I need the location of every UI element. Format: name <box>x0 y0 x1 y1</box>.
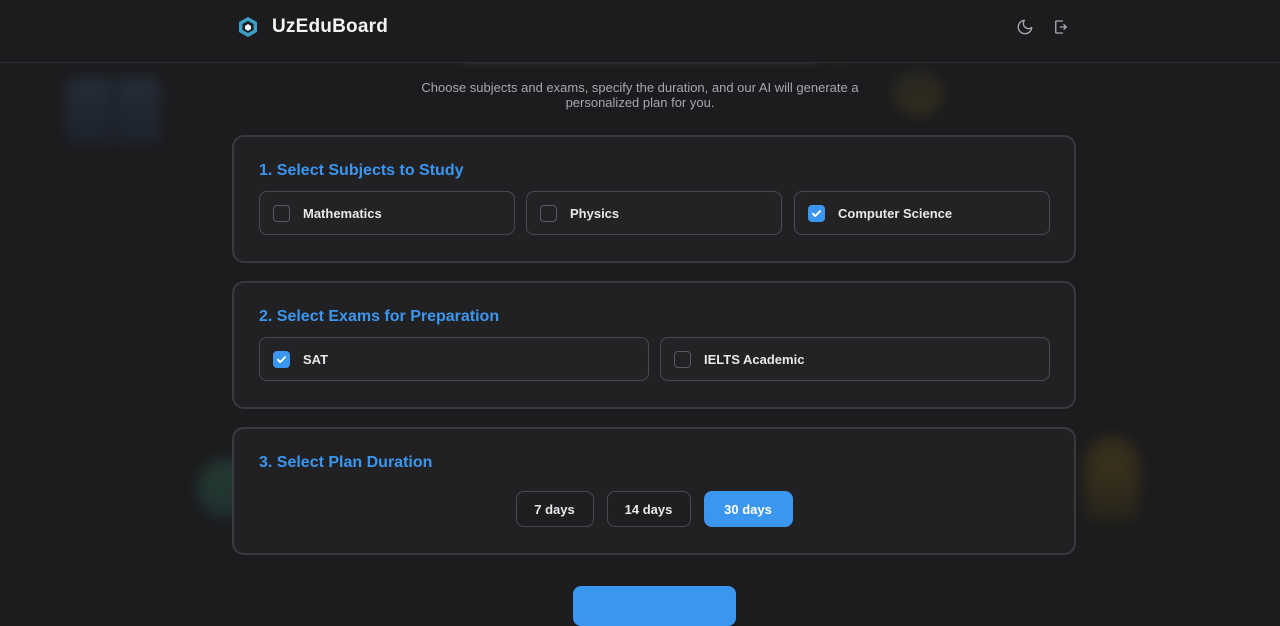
option-label: Physics <box>570 205 620 221</box>
brand-name: UzEduBoard <box>272 16 388 37</box>
brand[interactable]: UzEduBoard <box>238 16 388 38</box>
option-label: Computer Science <box>838 205 953 221</box>
duration-title: 3. Select Plan Duration <box>259 454 433 471</box>
logout-icon <box>1055 20 1067 34</box>
checkbox[interactable] <box>273 204 290 222</box>
checkbox[interactable] <box>674 350 691 368</box>
generate-plan-button[interactable] <box>573 586 736 626</box>
checkbox[interactable] <box>540 204 557 222</box>
checkmark-icon <box>276 355 287 363</box>
subject-option-mathematics[interactable]: Mathematics <box>259 191 515 235</box>
exams-title: 2. Select Exams for Preparation <box>259 308 500 325</box>
option-label: SAT <box>303 351 329 367</box>
subject-option-computer-science[interactable]: Computer Science <box>794 191 1050 235</box>
header-actions <box>1016 18 1070 36</box>
lightbulb-illustration <box>1084 436 1140 522</box>
checkmark-icon <box>811 209 822 217</box>
subject-option-physics[interactable]: Physics <box>526 191 782 235</box>
option-label: Mathematics <box>303 205 382 221</box>
exam-option-ielts-academic[interactable]: IELTS Academic <box>660 337 1050 381</box>
subjects-title: 1. Select Subjects to Study <box>259 162 464 179</box>
moon-icon <box>1017 19 1033 35</box>
subtitle-line-2: personalized plan for you. <box>565 95 715 110</box>
logo-icon <box>239 17 257 37</box>
checkbox[interactable] <box>273 350 290 368</box>
logout-button[interactable] <box>1052 18 1070 36</box>
duration-options: 7 days 14 days 30 days <box>234 491 1074 527</box>
exams-card: 2. Select Exams for Preparation SAT IELT… <box>232 281 1076 409</box>
subtitle-line-1: Choose subjects and exams, specify the d… <box>421 80 859 95</box>
checkbox[interactable] <box>808 204 825 222</box>
exam-option-sat[interactable]: SAT <box>259 337 649 381</box>
duration-card: 3. Select Plan Duration 7 days 14 days 3… <box>232 427 1076 555</box>
top-navbar: UzEduBoard <box>0 0 1280 63</box>
option-label: IELTS Academic <box>704 351 805 367</box>
theme-toggle-button[interactable] <box>1016 18 1034 36</box>
duration-7-days-button[interactable]: 7 days <box>515 491 594 527</box>
duration-30-days-button[interactable]: 30 days <box>703 491 793 527</box>
page-subtitle: Choose subjects and exams, specify the d… <box>0 80 1280 110</box>
duration-14-days-button[interactable]: 14 days <box>606 491 691 527</box>
subjects-card: 1. Select Subjects to Study Mathematics … <box>232 135 1076 263</box>
